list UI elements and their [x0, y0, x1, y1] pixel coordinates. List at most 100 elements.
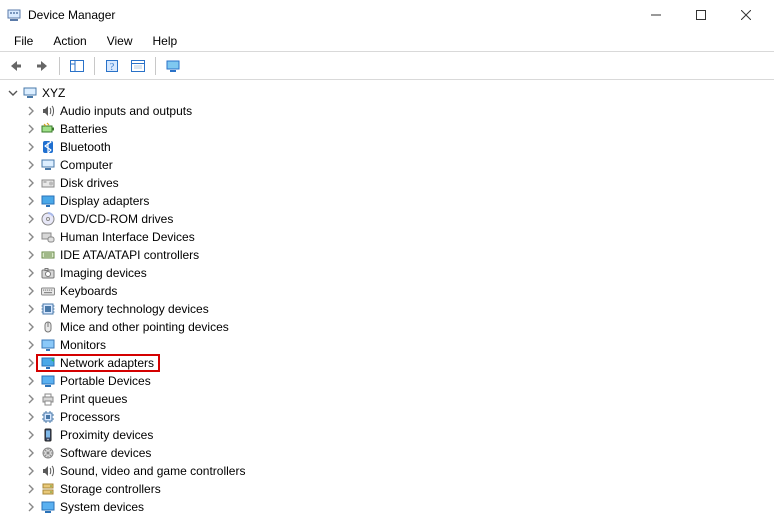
- device-tree[interactable]: XYZ Audio inputs and outputsBatteriesBlu…: [0, 80, 774, 516]
- tree-item-label: Network adapters: [60, 354, 154, 372]
- help-button[interactable]: ?: [100, 55, 124, 77]
- storage-icon: [40, 481, 56, 497]
- toolbar-separator: [59, 57, 60, 75]
- expander-icon[interactable]: [24, 428, 38, 442]
- window-title: Device Manager: [28, 8, 115, 22]
- menu-help[interactable]: Help: [143, 32, 188, 50]
- expander-icon[interactable]: [24, 266, 38, 280]
- hid-icon: [40, 229, 56, 245]
- tree-item[interactable]: Network adapters: [4, 354, 774, 372]
- tree-item-label: Imaging devices: [60, 264, 147, 282]
- tree-item[interactable]: Audio inputs and outputs: [4, 102, 774, 120]
- tree-item[interactable]: Print queues: [4, 390, 774, 408]
- computer-icon: [40, 157, 56, 173]
- computer-icon: [22, 85, 38, 101]
- tree-item[interactable]: IDE ATA/ATAPI controllers: [4, 246, 774, 264]
- expander-icon[interactable]: [24, 392, 38, 406]
- speaker-icon: [40, 103, 56, 119]
- tree-item[interactable]: Bluetooth: [4, 138, 774, 156]
- expander-icon[interactable]: [24, 158, 38, 172]
- expander-icon[interactable]: [24, 140, 38, 154]
- expander-icon[interactable]: [24, 176, 38, 190]
- tree-item[interactable]: Mice and other pointing devices: [4, 318, 774, 336]
- proximity-icon: [40, 427, 56, 443]
- properties-button[interactable]: [126, 55, 150, 77]
- battery-icon: [40, 121, 56, 137]
- tree-item[interactable]: Portable Devices: [4, 372, 774, 390]
- tree-item[interactable]: Software devices: [4, 444, 774, 462]
- expander-icon[interactable]: [6, 86, 20, 100]
- expander-icon[interactable]: [24, 212, 38, 226]
- app-icon: [6, 7, 22, 23]
- monitor-icon: [40, 337, 56, 353]
- toolbar-separator: [155, 57, 156, 75]
- expander-icon[interactable]: [24, 338, 38, 352]
- expander-icon[interactable]: [24, 482, 38, 496]
- scan-hardware-button[interactable]: [161, 55, 185, 77]
- maximize-button[interactable]: [678, 0, 723, 30]
- expander-icon[interactable]: [24, 464, 38, 478]
- tree-item-label: System devices: [60, 498, 144, 516]
- minimize-button[interactable]: [633, 0, 678, 30]
- tree-item[interactable]: Keyboards: [4, 282, 774, 300]
- display-icon: [40, 193, 56, 209]
- keyboard-icon: [40, 283, 56, 299]
- tree-item-label: Keyboards: [60, 282, 117, 300]
- tree-item-label: Storage controllers: [60, 480, 161, 498]
- expander-icon[interactable]: [24, 104, 38, 118]
- expander-icon[interactable]: [24, 446, 38, 460]
- camera-icon: [40, 265, 56, 281]
- memory-icon: [40, 301, 56, 317]
- tree-item[interactable]: Imaging devices: [4, 264, 774, 282]
- tree-item[interactable]: Computer: [4, 156, 774, 174]
- ide-icon: [40, 247, 56, 263]
- tree-item[interactable]: Memory technology devices: [4, 300, 774, 318]
- tree-item[interactable]: Batteries: [4, 120, 774, 138]
- tree-item[interactable]: Processors: [4, 408, 774, 426]
- tree-item[interactable]: System devices: [4, 498, 774, 516]
- expander-icon[interactable]: [24, 302, 38, 316]
- tree-item[interactable]: Monitors: [4, 336, 774, 354]
- tree-item-label: Proximity devices: [60, 426, 153, 444]
- disk-icon: [40, 175, 56, 191]
- tree-item[interactable]: Human Interface Devices: [4, 228, 774, 246]
- expander-icon[interactable]: [24, 320, 38, 334]
- tree-item[interactable]: DVD/CD-ROM drives: [4, 210, 774, 228]
- menu-file[interactable]: File: [4, 32, 43, 50]
- tree-item[interactable]: Disk drives: [4, 174, 774, 192]
- back-button[interactable]: [4, 55, 28, 77]
- expander-icon[interactable]: [24, 374, 38, 388]
- show-hide-tree-button[interactable]: [65, 55, 89, 77]
- close-button[interactable]: [723, 0, 768, 30]
- bluetooth-icon: [40, 139, 56, 155]
- menu-action[interactable]: Action: [43, 32, 96, 50]
- expander-icon[interactable]: [24, 194, 38, 208]
- tree-item-label: Memory technology devices: [60, 300, 209, 318]
- tree-item-label: Portable Devices: [60, 372, 151, 390]
- expander-icon[interactable]: [24, 248, 38, 262]
- tree-item[interactable]: Sound, video and game controllers: [4, 462, 774, 480]
- sound-icon: [40, 463, 56, 479]
- tree-item[interactable]: Storage controllers: [4, 480, 774, 498]
- tree-item-label: IDE ATA/ATAPI controllers: [60, 246, 199, 264]
- menu-view[interactable]: View: [97, 32, 143, 50]
- expander-icon[interactable]: [24, 284, 38, 298]
- forward-button[interactable]: [30, 55, 54, 77]
- expander-icon[interactable]: [24, 230, 38, 244]
- tree-item[interactable]: Display adapters: [4, 192, 774, 210]
- tree-item-label: Software devices: [60, 444, 151, 462]
- tree-item-label: DVD/CD-ROM drives: [60, 210, 173, 228]
- tree-item-label: Bluetooth: [60, 138, 111, 156]
- dvd-icon: [40, 211, 56, 227]
- tree-item[interactable]: Proximity devices: [4, 426, 774, 444]
- tree-item-label: Mice and other pointing devices: [60, 318, 229, 336]
- tree-root[interactable]: XYZ: [4, 84, 774, 102]
- expander-icon[interactable]: [24, 122, 38, 136]
- mouse-icon: [40, 319, 56, 335]
- system-icon: [40, 499, 56, 515]
- title-bar: Device Manager: [0, 0, 774, 30]
- menu-bar: File Action View Help: [0, 30, 774, 52]
- expander-icon[interactable]: [24, 500, 38, 514]
- expander-icon[interactable]: [24, 410, 38, 424]
- tree-item-label: Computer: [60, 156, 113, 174]
